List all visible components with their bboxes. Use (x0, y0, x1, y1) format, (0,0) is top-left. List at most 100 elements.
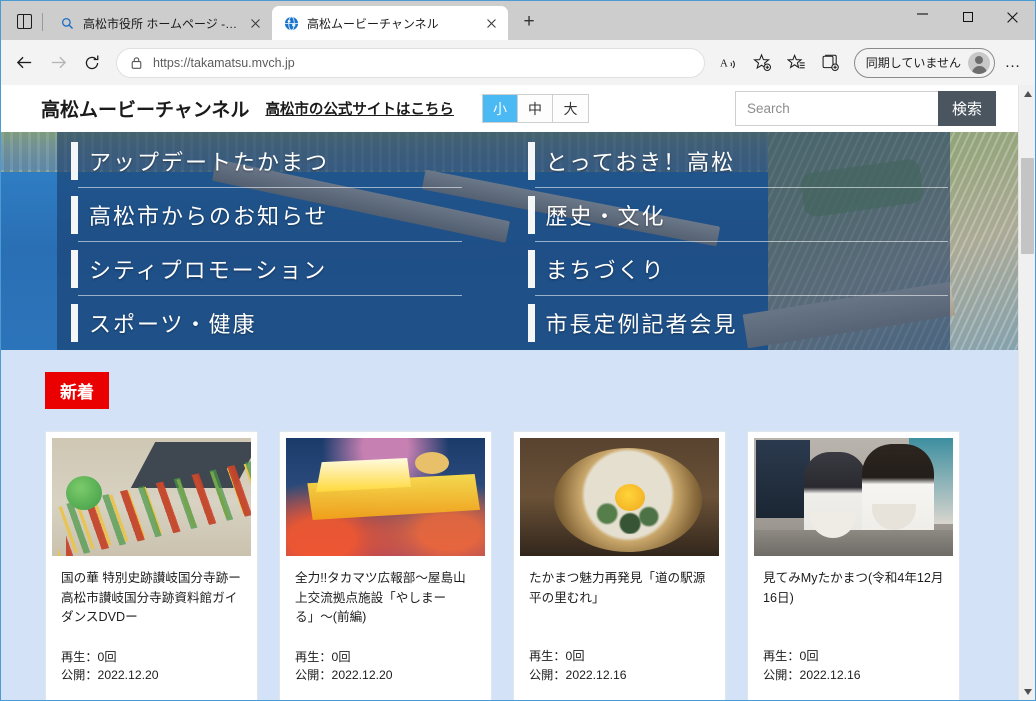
video-card[interactable]: 見てみMyたかまつ(令和4年12月16日) 再生：0回 公開：2022.12.1… (747, 431, 960, 700)
scroll-up-icon[interactable] (1019, 85, 1035, 102)
video-published-date: 公開：2022.12.20 (295, 668, 393, 683)
site-header: 高松ムービーチャンネル 高松市の公式サイトはこちら 小 中 大 検索 (1, 85, 1018, 132)
collections-icon[interactable] (814, 46, 848, 80)
hero-menu-item-sports-health[interactable]: スポーツ・健康 (71, 296, 462, 350)
profile-button[interactable]: 同期していません (853, 47, 995, 78)
video-thumbnail-zenryoku-takamatsu[interactable] (286, 438, 485, 556)
font-size-group: 小 中 大 (481, 94, 589, 123)
minimize-button[interactable] (900, 1, 945, 33)
hero-menu-label: スポーツ・健康 (89, 312, 257, 337)
tab-strip-divider (42, 13, 43, 31)
plus-icon: + (523, 11, 535, 32)
address-bar[interactable]: https://takamatsu.mvch.jp (116, 47, 705, 78)
video-published-date: 公開：2022.12.16 (763, 667, 861, 682)
new-arrivals-badge-row: 新着 (1, 372, 1018, 409)
hero-menu-item-totteoki-takamatsu[interactable]: とっておき！高松 (527, 134, 949, 188)
video-card-body: 国の華 特別史跡讃岐国分寺跡ー高松市讃岐国分寺跡資料館ガイダンスDVDー 再生：… (52, 556, 251, 700)
maximize-icon (962, 12, 973, 22)
video-play-count: 再生：0回 (295, 649, 351, 664)
hero-menu-label: アップデートたかまつ (89, 150, 330, 175)
close-icon[interactable] (244, 12, 266, 34)
video-title: 全力!!タカマツ広報部〜屋島山上交流拠点施設「やしまーる」〜(前編) (295, 571, 466, 625)
hero-menu-label: とっておき！高松 (545, 150, 736, 175)
video-published-date: 公開：2022.12.16 (529, 667, 627, 682)
site-search: 検索 (735, 91, 996, 126)
video-card-body: 見てみMyたかまつ(令和4年12月16日) 再生：0回 公開：2022.12.1… (754, 556, 953, 700)
hero-banner: アップデートたかまつ とっておき！高松 高松市からのお知らせ 歴史・文化 シティ… (1, 132, 1018, 350)
hero-menu-label: シティプロモーション (89, 258, 328, 283)
font-size-large-button[interactable]: 大 (552, 95, 588, 122)
read-aloud-icon[interactable]: A (712, 46, 746, 80)
video-play-count: 再生：0回 (61, 649, 117, 664)
avatar (968, 51, 990, 74)
hero-menu-item-update-takamatsu[interactable]: アップデートたかまつ (71, 134, 462, 188)
page-viewport: 高松ムービーチャンネル 高松市の公式サイトはこちら 小 中 大 検索 (1, 85, 1035, 700)
video-published-date: 公開：2022.12.20 (61, 668, 159, 683)
svg-text:A: A (720, 57, 728, 69)
font-size-medium-button[interactable]: 中 (517, 95, 553, 122)
lock-icon (127, 56, 145, 70)
close-icon[interactable] (480, 12, 502, 34)
search-input[interactable] (735, 91, 938, 126)
hero-menu-item-mayor-press-conference[interactable]: 市長定例記者会見 (527, 296, 949, 350)
video-card-body: たかまつ魅力再発見「道の駅源平の里むれ」 再生：0回 公開：2022.12.16 (520, 556, 719, 700)
scroll-down-icon[interactable] (1019, 683, 1035, 700)
video-meta: 再生：0回 公開：2022.12.16 (763, 647, 944, 685)
video-thumbnail-donburi[interactable] (520, 438, 719, 556)
video-card-body: 全力!!タカマツ広報部〜屋島山上交流拠点施設「やしまーる」〜(前編) 再生：0回… (286, 556, 485, 700)
browser-tab-2[interactable]: 高松ムービーチャンネル (272, 6, 508, 40)
address-toolbar: https://takamatsu.mvch.jp A 同期していません … (1, 40, 1035, 85)
maximize-button[interactable] (945, 1, 990, 33)
tab-actions-button[interactable] (7, 4, 41, 38)
tab-title: 高松ムービーチャンネル (307, 16, 439, 31)
profile-label: 同期していません (865, 56, 961, 70)
close-window-button[interactable] (990, 1, 1035, 33)
search-icon (59, 15, 75, 31)
official-site-link[interactable]: 高松市の公式サイトはこちら (265, 98, 454, 119)
new-tab-button[interactable]: + (514, 7, 544, 37)
tab-title: 高松市役所 ホームページ - 検索 (83, 16, 238, 31)
new-arrivals-section: 新着 国の華 特別史跡讃岐国分寺跡ー高松市讃岐国分寺跡資料館ガイダンスDVDー … (1, 350, 1018, 700)
tab-strip: 高松市役所 ホームページ - 検索 高松ムービーチャンネル + (1, 1, 1035, 40)
video-card[interactable]: たかまつ魅力再発見「道の駅源平の里むれ」 再生：0回 公開：2022.12.16 (513, 431, 726, 700)
add-favorite-icon[interactable] (746, 46, 780, 80)
site-title: 高松ムービーチャンネル (41, 100, 250, 121)
hero-menu-label: 高松市からのお知らせ (89, 204, 329, 229)
video-meta: 再生：0回 公開：2022.12.20 (61, 648, 242, 686)
hero-menu-label: まちづくり (545, 258, 666, 283)
browser-window: 高松市役所 ホームページ - 検索 高松ムービーチャンネル + https://… (0, 0, 1036, 701)
video-thumbnail-school-lunch[interactable] (754, 438, 953, 556)
hero-menu-item-machizukuri[interactable]: まちづくり (527, 242, 949, 296)
toolbar-actions: A 同期していません … (712, 46, 1029, 80)
globe-favicon-icon (283, 15, 299, 31)
hero-menu-item-city-promotion[interactable]: シティプロモーション (71, 242, 462, 296)
favorites-icon[interactable] (780, 46, 814, 80)
tab-list-icon (16, 13, 32, 29)
video-card-list: 国の華 特別史跡讃岐国分寺跡ー高松市讃岐国分寺跡資料館ガイダンスDVDー 再生：… (1, 409, 1018, 700)
settings-and-more-button[interactable]: … (997, 46, 1029, 80)
page-scrollbar[interactable] (1018, 85, 1035, 700)
hero-menu-label: 歴史・文化 (545, 204, 666, 229)
video-meta: 再生：0回 公開：2022.12.20 (295, 648, 476, 686)
forward-button[interactable] (41, 46, 75, 80)
browser-tab-1[interactable]: 高松市役所 ホームページ - 検索 (48, 6, 272, 40)
ellipsis-icon: … (1004, 53, 1022, 71)
search-button[interactable]: 検索 (938, 91, 996, 126)
font-size-small-button[interactable]: 小 (482, 95, 518, 122)
video-thumbnail-kokubunji[interactable] (52, 438, 251, 556)
hero-menu-item-history-culture[interactable]: 歴史・文化 (527, 188, 949, 242)
video-card[interactable]: 全力!!タカマツ広報部〜屋島山上交流拠点施設「やしまーる」〜(前編) 再生：0回… (279, 431, 492, 700)
hero-menu-item-city-notices[interactable]: 高松市からのお知らせ (71, 188, 462, 242)
back-button[interactable] (7, 46, 41, 80)
new-badge: 新着 (45, 372, 109, 409)
hero-navigation: アップデートたかまつ とっておき！高松 高松市からのお知らせ 歴史・文化 シティ… (1, 132, 1018, 350)
video-title: 見てみMyたかまつ(令和4年12月16日) (763, 571, 944, 605)
scrollbar-thumb[interactable] (1021, 158, 1034, 254)
video-meta: 再生：0回 公開：2022.12.16 (529, 647, 710, 685)
video-card[interactable]: 国の華 特別史跡讃岐国分寺跡ー高松市讃岐国分寺跡資料館ガイダンスDVDー 再生：… (45, 431, 258, 700)
video-play-count: 再生：0回 (763, 649, 819, 663)
hero-menu-label: 市長定例記者会見 (545, 312, 738, 337)
window-controls (900, 1, 1035, 33)
reload-button[interactable] (75, 46, 109, 80)
video-play-count: 再生：0回 (529, 649, 585, 663)
